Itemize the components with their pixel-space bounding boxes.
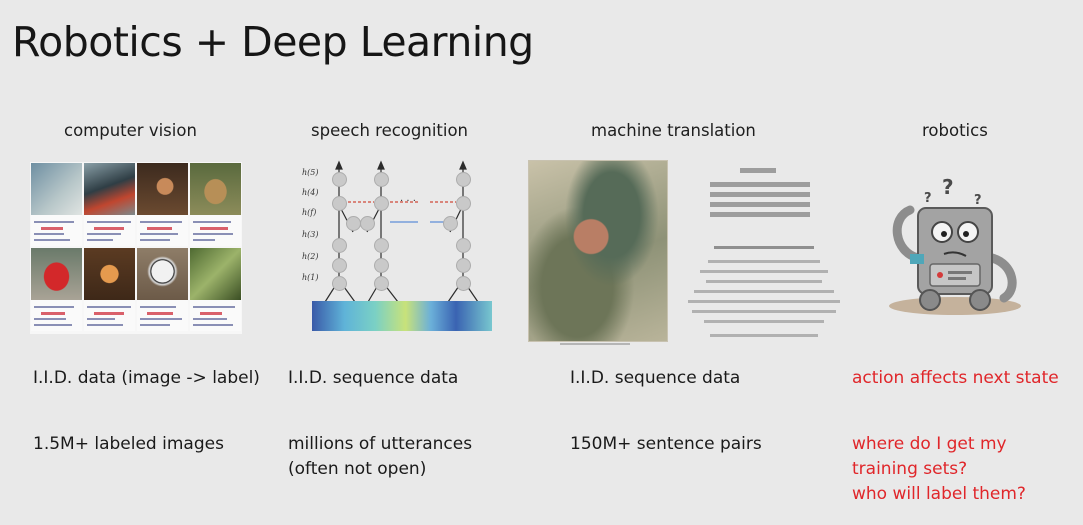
svg-text:· · ·: · · · [400, 196, 416, 207]
speech-data-type: I.I.D. sequence data [288, 368, 459, 388]
robotics-question-line-2: training sets? [852, 459, 968, 479]
heading-speech-recognition: speech recognition [311, 121, 469, 140]
network-node [374, 172, 389, 187]
network-node [456, 238, 471, 253]
network-node [332, 258, 347, 273]
svg-text:?: ? [924, 191, 932, 206]
cv-sample [190, 163, 241, 246]
cv-data-type: I.I.D. data (image -> label) [33, 368, 260, 388]
svg-text:?: ? [942, 175, 954, 199]
poem-translation-image [680, 160, 850, 342]
network-node [374, 196, 389, 211]
computer-vision-image-grid [30, 162, 242, 334]
cv-sample [84, 163, 135, 246]
speech-dataset-line-1: millions of utterances [288, 434, 473, 454]
network-node [456, 276, 471, 291]
image-caption-line [560, 343, 630, 345]
network-node [374, 238, 389, 253]
network-node [332, 276, 347, 291]
spectrogram [312, 301, 492, 331]
network-node [360, 216, 375, 231]
slide: Robotics + Deep Learning computer vision… [0, 0, 1083, 525]
cv-sample [31, 163, 82, 246]
speech-network-diagram: · · · h(5) h(4) h(f) h(3) h(2) h(1) [300, 160, 496, 336]
network-node [374, 276, 389, 291]
chinese-painting-image [528, 160, 668, 342]
slide-title: Robotics + Deep Learning [12, 18, 534, 66]
network-node [332, 172, 347, 187]
robotics-data-type: action affects next state [852, 368, 1059, 388]
network-node [374, 258, 389, 273]
svg-text:?: ? [974, 193, 982, 208]
heading-robotics: robotics [922, 121, 988, 140]
mt-dataset-line-1: 150M+ sentence pairs [570, 434, 762, 454]
cv-sample [31, 248, 82, 331]
network-node [456, 172, 471, 187]
network-node [456, 258, 471, 273]
network-node [456, 196, 471, 211]
mt-data-type: I.I.D. sequence data [570, 368, 741, 388]
cv-sample [137, 163, 188, 246]
network-node [346, 216, 361, 231]
robotics-question-line-3: who will label them? [852, 484, 1026, 504]
cv-dataset-line-1: 1.5M+ labeled images [33, 434, 224, 454]
network-node [443, 216, 458, 231]
heading-machine-translation: machine translation [591, 121, 756, 140]
network-node [332, 196, 347, 211]
heading-computer-vision: computer vision [64, 121, 197, 140]
network-node [332, 238, 347, 253]
speech-dataset-line-2: (often not open) [288, 459, 427, 479]
robot-drawing: ? ? ? [889, 175, 1021, 315]
confused-robot-image: ? ? ? [880, 172, 1030, 322]
cv-sample [190, 248, 241, 331]
cv-sample [84, 248, 135, 331]
cv-sample [137, 248, 188, 331]
robotics-question-line-1: where do I get my [852, 434, 1007, 454]
